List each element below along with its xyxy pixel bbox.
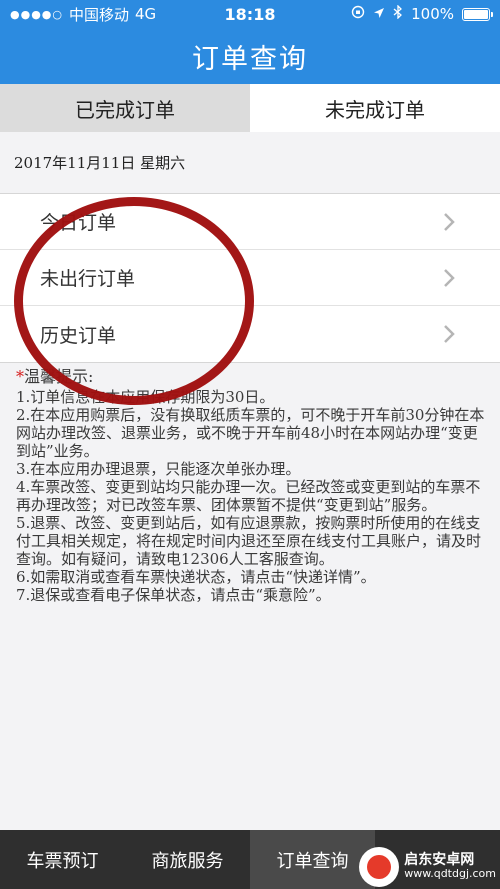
- chevron-right-icon: [438, 267, 460, 289]
- bottom-tab-more[interactable]: 启东安卓网 www.qdtdgj.com: [359, 830, 500, 889]
- watermark-logo: 启东安卓网 www.qdtdgj.com: [359, 847, 496, 887]
- tips-title: *温馨提示:: [16, 367, 94, 386]
- order-tabs: 已完成订单 未完成订单: [0, 84, 500, 132]
- tips-section: *温馨提示: 1.订单信息在本应用保存期限为30日。 2.在本应用购票后，没有换…: [16, 367, 486, 605]
- tab-completed-orders[interactable]: 已完成订单: [0, 84, 250, 132]
- menu-item-upcoming-orders[interactable]: 未出行订单: [0, 250, 500, 306]
- bottom-tab-ticket-booking[interactable]: 车票预订: [0, 830, 125, 889]
- network-type: 4G: [135, 5, 157, 23]
- tip-line: 1.订单信息在本应用保存期限为30日。: [16, 388, 275, 406]
- tip-line: 7.退保或查看电子保单状态，请点击“乘意险”。: [16, 586, 331, 604]
- rotation-lock-icon: [351, 5, 365, 23]
- tip-line: 2.在本应用购票后，没有换取纸质车票的，可不晚于开车前30分钟在本网站办理改签、…: [16, 406, 485, 460]
- nav-bar: 订单查询: [0, 28, 500, 84]
- chevron-right-icon: [438, 211, 460, 233]
- menu-item-history-orders[interactable]: 历史订单: [0, 306, 500, 362]
- clock: 18:18: [224, 4, 276, 24]
- bottom-tab-bar: 车票预订 商旅服务 订单查询 启东安卓网 www.qdtdgj.com: [0, 830, 500, 889]
- menu-item-label: 历史订单: [40, 324, 117, 347]
- tab-pending-orders[interactable]: 未完成订单: [250, 84, 500, 132]
- tip-line: 4.车票改签、变更到站均只能办理一次。已经改签或变更到站的车票不再办理改签；对已…: [16, 478, 481, 514]
- chevron-right-icon: [438, 323, 460, 345]
- bluetooth-icon: [393, 4, 403, 23]
- bottom-tab-order-query[interactable]: 订单查询: [250, 830, 375, 889]
- menu-item-label: 今日订单: [40, 212, 117, 234]
- tips-star: *: [16, 367, 24, 386]
- bottom-tab-travel-service[interactable]: 商旅服务: [125, 830, 250, 889]
- signal-strength-icon: ●●●●○: [10, 7, 63, 21]
- status-bar: ●●●●○ 中国移动 4G 18:18 100%: [0, 0, 500, 28]
- battery-percent: 100%: [411, 5, 454, 23]
- watermark-logo-icon: [359, 847, 400, 887]
- location-icon: [373, 5, 385, 23]
- tip-line: 5.退票、改签、变更到站后，如有应退票款，按购票时所使用的在线支付工具相关规定，…: [16, 514, 482, 568]
- page-title: 订单查询: [192, 43, 308, 75]
- battery-icon: [462, 7, 493, 21]
- date-label: 2017年11月11日 星期六: [0, 132, 500, 194]
- carrier-label: 中国移动: [69, 5, 130, 24]
- tip-line: 3.在本应用办理退票，只能逐次单张办理。: [16, 460, 301, 478]
- menu-item-label: 未出行订单: [40, 268, 136, 290]
- menu-item-today-orders[interactable]: 今日订单: [0, 194, 500, 250]
- tip-line: 6.如需取消或查看车票快递状态，请点击“快递详情”。: [16, 568, 376, 586]
- watermark-text: 启东安卓网 www.qdtdgj.com: [404, 852, 496, 880]
- order-menu-list: 今日订单 未出行订单 历史订单: [0, 194, 500, 363]
